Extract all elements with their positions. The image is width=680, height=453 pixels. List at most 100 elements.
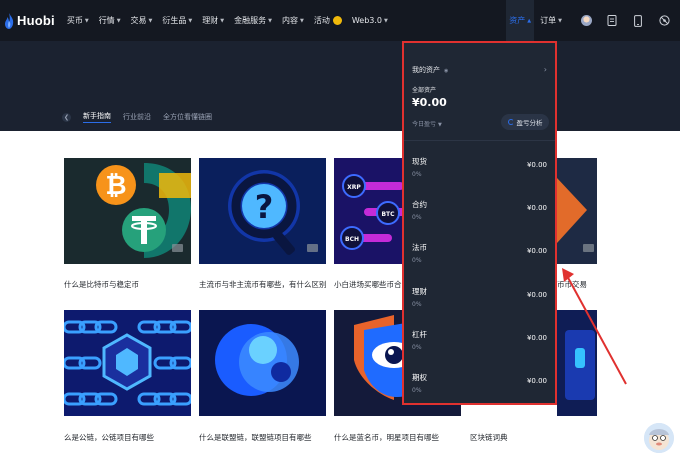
- chevron-down-icon: ▼: [299, 17, 304, 24]
- nav-item-earn[interactable]: 理财 ▼: [202, 15, 224, 26]
- nav-item-markets[interactable]: 行情 ▼: [99, 15, 121, 26]
- language-button[interactable]: [654, 11, 674, 31]
- asset-row-percent: 0%: [412, 387, 422, 394]
- chevron-down-icon: ▼: [116, 17, 121, 24]
- card-image-btc-stablecoin[interactable]: ₿: [64, 158, 191, 264]
- asset-row-fiat[interactable]: 法币 0% ¥0.00: [404, 240, 555, 280]
- trade-illustration: [557, 158, 597, 264]
- brand-name: Huobi: [17, 13, 55, 28]
- xrp-label: XRP: [347, 184, 361, 191]
- card-image-public-chain[interactable]: [64, 310, 191, 416]
- bitcoin-tether-illustration: ₿: [64, 158, 191, 264]
- card-title-6[interactable]: 什么是联盟链，联盟链项目有哪些: [199, 432, 312, 443]
- download-app-button[interactable]: [628, 11, 648, 31]
- asset-row-spot[interactable]: 现货 0% ¥0.00: [404, 154, 555, 194]
- nav-item-derivatives[interactable]: 衍生品 ▼: [162, 15, 192, 26]
- pnl-analysis-button[interactable]: 盈亏分析: [501, 114, 549, 130]
- chevron-down-icon: ▼: [268, 17, 272, 24]
- chevron-down-icon: ▼: [148, 17, 153, 24]
- annotation-arrow-icon: [562, 268, 627, 385]
- question-mark: ?: [255, 188, 274, 226]
- spinner-icon: [507, 119, 514, 125]
- content-tabs: ❮ 新手指南 行业前沿 全方位看懂链圈: [62, 111, 224, 123]
- asset-row-amount: ¥0.00: [526, 247, 547, 255]
- asset-row-name: 法币: [412, 243, 427, 252]
- asset-row-amount: ¥0.00: [526, 204, 547, 212]
- question-magnifier-illustration: ?: [199, 158, 326, 264]
- asset-row-percent: 0%: [412, 257, 422, 264]
- nav-item-finance[interactable]: 金融服务 ▼: [234, 15, 272, 26]
- chevron-right-icon[interactable]: ›: [544, 65, 547, 74]
- account-selector[interactable]: 今日盈亏 ▼: [412, 119, 442, 128]
- account-selector-label: 今日盈亏: [412, 121, 437, 128]
- coin-icon: [332, 16, 342, 25]
- card-title-1[interactable]: 什么是比特币与稳定币: [64, 279, 139, 290]
- assets-dropdown-panel: 我的资产 ◉ › 全部资产 ¥0.00 今日盈亏 ▼ 盈亏分析 现货 0% ¥0.…: [402, 41, 557, 405]
- caret-down-icon: ▼: [437, 122, 442, 128]
- asset-row-percent: 0%: [412, 171, 422, 178]
- nav-label: 衍生品: [162, 16, 187, 25]
- chevron-down-icon: ▼: [384, 17, 388, 24]
- nav-assets-button[interactable]: 资产 ▲: [506, 0, 535, 41]
- my-assets-header[interactable]: 我的资产 ◉: [412, 65, 448, 75]
- tab-industry-frontier[interactable]: 行业前沿: [123, 112, 151, 122]
- user-avatar-button[interactable]: [576, 11, 596, 31]
- chevron-down-icon: ▼: [84, 17, 89, 24]
- back-button[interactable]: ❮: [62, 112, 71, 122]
- my-assets-title: 我的资产: [412, 66, 440, 74]
- asset-row-earn[interactable]: 理财 0% ¥0.00: [404, 284, 555, 324]
- support-mascot-button[interactable]: [644, 423, 674, 453]
- card-image-mainstream-coins[interactable]: ?: [199, 158, 326, 264]
- nav-label: 理财: [202, 16, 219, 25]
- tab-beginner-guide[interactable]: 新手指南: [83, 111, 111, 123]
- card-title-5[interactable]: 么是公链，公链项目有哪些: [64, 432, 154, 443]
- mobile-icon: [634, 14, 642, 27]
- page: Huobi 买币 ▼ 行情 ▼ 交易 ▼ 衍生品 ▼ 理财 ▼ 金融服务 ▼ 内容 ▼ 活动 …: [0, 0, 680, 453]
- asset-row-options[interactable]: 期权 0% ¥0.00: [404, 370, 555, 410]
- nav-item-events[interactable]: 活动: [314, 15, 342, 26]
- asset-row-amount: ¥0.00: [526, 334, 547, 342]
- nav-label: 活动: [313, 16, 330, 25]
- card-title-8[interactable]: 区块链词典: [470, 432, 508, 443]
- tab-understand-chain[interactable]: 全方位看懂链圈: [163, 112, 212, 122]
- asset-row-margin[interactable]: 杠杆 0% ¥0.00: [404, 327, 555, 367]
- nav-item-trade[interactable]: 交易 ▼: [131, 15, 153, 26]
- total-assets-value: ¥0.00: [412, 96, 447, 109]
- asset-row-name: 现货: [412, 157, 427, 166]
- chevron-down-icon: ▼: [188, 17, 193, 24]
- nav-assets-label: 资产: [509, 16, 526, 25]
- nav-right: 资产 ▲ 订单 ▼: [506, 0, 680, 41]
- chevron-left-icon: ❮: [63, 113, 70, 121]
- logo[interactable]: Huobi: [4, 12, 55, 29]
- nav-item-buy[interactable]: 买币 ▼: [67, 15, 89, 26]
- asset-row-amount: ¥0.00: [526, 161, 547, 169]
- pnl-analysis-label: 盈亏分析: [516, 119, 543, 127]
- card-title-7[interactable]: 什么是蓝名币，明星项目有哪些: [334, 432, 439, 443]
- divider: [404, 140, 555, 141]
- asset-row-amount: ¥0.00: [526, 291, 547, 299]
- nav-label: 买币: [66, 16, 83, 25]
- bitcoin-symbol: ₿: [105, 171, 126, 201]
- nav-item-content[interactable]: 内容 ▼: [282, 15, 304, 26]
- nav-label: 内容: [281, 16, 298, 25]
- mascot-icon: [644, 423, 674, 453]
- nav-item-web3[interactable]: Web3.0 ▼: [352, 16, 388, 25]
- asset-row-name: 杠杆: [412, 330, 427, 339]
- top-nav: Huobi 买币 ▼ 行情 ▼ 交易 ▼ 衍生品 ▼ 理财 ▼ 金融服务 ▼ 内容 ▼ 活动 …: [0, 0, 680, 41]
- asset-row-percent: 0%: [412, 301, 422, 308]
- avatar: [580, 15, 592, 26]
- notification-button[interactable]: [602, 11, 622, 31]
- btc-label: BTC: [381, 211, 395, 218]
- asset-row-percent: 0%: [412, 214, 422, 221]
- nav-label: 金融服务: [234, 16, 267, 25]
- nav-orders-label: 订单: [540, 16, 557, 25]
- card-title-3[interactable]: 小白进场买哪些币合: [334, 279, 402, 290]
- nav-orders-button[interactable]: 订单 ▼: [540, 15, 562, 26]
- chevron-down-icon: ▼: [220, 17, 225, 24]
- eye-icon[interactable]: ◉: [444, 68, 448, 74]
- card-image-spot-trade[interactable]: [557, 158, 597, 264]
- card-image-consortium-chain[interactable]: [199, 310, 326, 416]
- bch-label: BCH: [345, 236, 359, 243]
- card-title-2[interactable]: 主流币与非主流币有哪些，有什么区别: [199, 279, 327, 290]
- asset-row-contract[interactable]: 合约 0% ¥0.00: [404, 197, 555, 237]
